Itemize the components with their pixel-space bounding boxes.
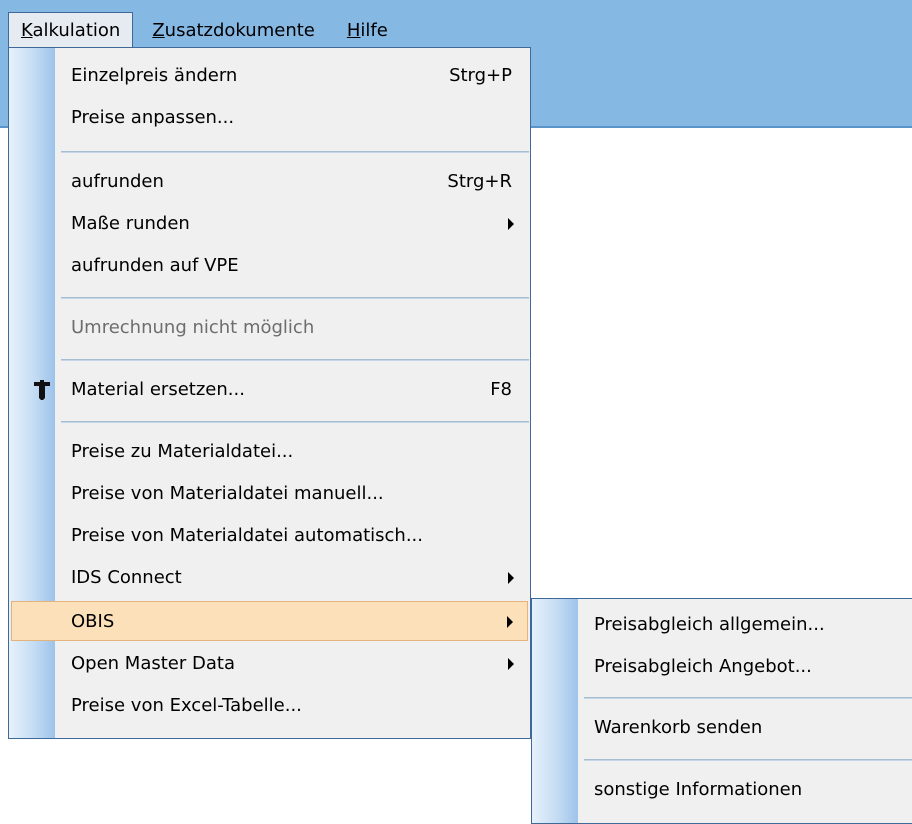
menuitem-preisabgleich-angebot[interactable]: Preisabgleich Angebot... [536, 647, 912, 687]
menuitem-label: Umrechnung nicht möglich [71, 317, 315, 338]
menuitem-sonstige-informationen[interactable]: sonstige Informationen [536, 770, 912, 810]
menu-hilfe[interactable]: Hilfe [334, 12, 401, 48]
menuitem-obis[interactable]: OBIS [11, 601, 528, 641]
menu-separator [61, 421, 529, 423]
wrench-icon [34, 380, 50, 400]
menuitem-label: Warenkorb senden [594, 717, 763, 738]
menuitem-label: aufrunden [71, 171, 164, 192]
submenu-arrow-icon [508, 658, 514, 670]
menuitem-aufrunden[interactable]: aufrunden Strg+R [13, 162, 526, 202]
menuitem-label: Preise von Materialdatei manuell... [71, 483, 384, 504]
menuitem-einzelpreis-aendern[interactable]: Einzelpreis ändern Strg+P [13, 56, 526, 96]
menuitem-label: Open Master Data [71, 653, 235, 674]
obis-submenu: Preisabgleich allgemein... Preisabgleich… [531, 598, 912, 824]
menu-kalkulation[interactable]: Kalkulation [8, 12, 134, 48]
submenu-arrow-icon [507, 616, 513, 628]
menuitem-label: IDS Connect [71, 567, 182, 588]
menuitem-label: Preisabgleich allgemein... [594, 614, 825, 635]
menuitem-label: Material ersetzen... [71, 379, 245, 400]
menuitem-label: Preise von Materialdatei automatisch... [71, 525, 424, 546]
menuitem-preise-zu-materialdatei[interactable]: Preise zu Materialdatei... [13, 432, 526, 472]
menu-separator [584, 759, 912, 761]
menuitem-ids-connect[interactable]: IDS Connect [13, 558, 526, 598]
menuitem-label: Preisabgleich Angebot... [594, 656, 812, 677]
menuitem-masse-runden[interactable]: Maße runden [13, 204, 526, 244]
submenu-arrow-icon [508, 572, 514, 584]
menuitem-aufrunden-auf-vpe[interactable]: aufrunden auf VPE [13, 246, 526, 286]
menuitem-label: aufrunden auf VPE [71, 255, 239, 276]
menuitem-preise-anpassen[interactable]: Preise anpassen... [13, 98, 526, 138]
menuitem-label: Einzelpreis ändern [71, 65, 238, 86]
menuitem-warenkorb-senden[interactable]: Warenkorb senden [536, 708, 912, 748]
menuitem-preise-von-materialdatei-automatisch[interactable]: Preise von Materialdatei automatisch... [13, 516, 526, 556]
menubar: Kalkulation Zusatzdokumente Hilfe [0, 12, 407, 48]
menuitem-label: Preise zu Materialdatei... [71, 441, 294, 462]
menu-separator [61, 359, 529, 361]
menuitem-label: sonstige Informationen [594, 779, 803, 800]
menuitem-label: OBIS [71, 611, 115, 632]
menuitem-material-ersetzen[interactable]: Material ersetzen... F8 [13, 370, 526, 410]
menuitem-label: Maße runden [71, 213, 190, 234]
menu-separator [61, 297, 529, 299]
menuitem-shortcut: Strg+P [449, 65, 512, 86]
submenu-arrow-icon [508, 218, 514, 230]
menu-separator [61, 151, 529, 153]
menuitem-shortcut: Strg+R [447, 171, 512, 192]
menuitem-preise-von-excel-tabelle[interactable]: Preise von Excel-Tabelle... [13, 686, 526, 726]
menuitem-preisabgleich-allgemein[interactable]: Preisabgleich allgemein... [536, 605, 912, 645]
menuitem-open-master-data[interactable]: Open Master Data [13, 644, 526, 684]
menuitem-label: Preise von Excel-Tabelle... [71, 695, 302, 716]
menuitem-label: Preise anpassen... [71, 107, 235, 128]
menuitem-shortcut: F8 [490, 379, 512, 400]
menuitem-umrechnung-nicht-moeglich: Umrechnung nicht möglich [13, 308, 526, 348]
kalkulation-dropdown: Einzelpreis ändern Strg+P Preise anpasse… [8, 47, 531, 739]
menu-zusatzdokumente[interactable]: Zusatzdokumente [139, 12, 328, 48]
menu-separator [584, 697, 912, 699]
menuitem-preise-von-materialdatei-manuell[interactable]: Preise von Materialdatei manuell... [13, 474, 526, 514]
